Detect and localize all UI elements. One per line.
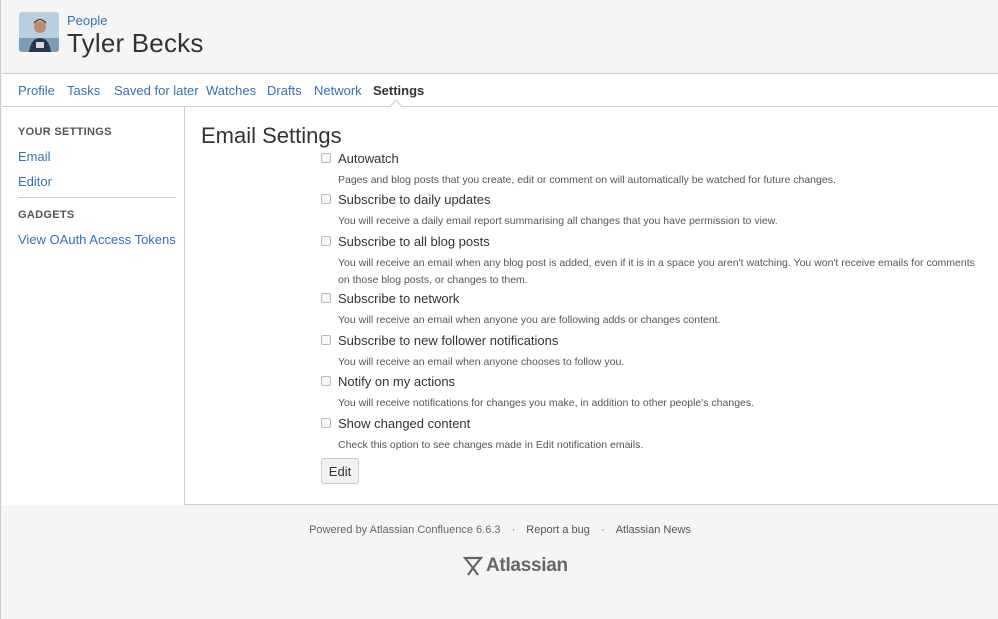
sidebar-item-oauth-tokens[interactable]: View OAuth Access Tokens [18,232,176,247]
setting-description: Check this option to see changes made in… [338,439,644,451]
setting-label: Subscribe to daily updates [338,192,491,207]
setting-description: Pages and blog posts that you create, ed… [338,174,836,186]
page-title: Tyler Becks [67,28,204,58]
footer-links: Powered by Atlassian Confluence 6.6.3 · … [1,524,998,536]
all-blog-posts-checkbox[interactable] [321,236,331,246]
setting-label: Show changed content [338,416,471,431]
tab-saved-for-later[interactable]: Saved for later [114,83,199,98]
sidebar-divider [18,197,176,198]
tab-drafts[interactable]: Drafts [267,83,302,98]
setting-description: You will receive a daily email report su… [338,215,778,227]
tab-tasks[interactable]: Tasks [67,83,100,98]
atlassian-logo-text: Atlassian [486,555,568,576]
page-frame: People Tyler Becks Profile Tasks Saved f… [0,0,998,619]
setting-label: Subscribe to all blog posts [338,234,490,249]
profile-tabs: Profile Tasks Saved for later Watches Dr… [2,73,998,107]
network-checkbox[interactable] [321,293,331,303]
notify-my-actions-checkbox[interactable] [321,376,331,386]
setting-description: You will receive an email when any blog … [338,257,975,286]
sidebar-item-editor[interactable]: Editor [18,174,52,189]
tab-profile[interactable]: Profile [18,83,55,98]
atlassian-logo[interactable]: Atlassian [462,555,568,577]
gadgets-heading: GADGETS [18,209,75,221]
atlassian-news-link[interactable]: Atlassian News [616,524,691,536]
atlassian-logo-icon [462,556,484,576]
setting-label: Autowatch [338,151,399,166]
sidebar-item-email[interactable]: Email [18,149,51,164]
autowatch-checkbox[interactable] [321,153,331,163]
footer-separator: · [511,524,516,536]
profile-header: People Tyler Becks [2,0,998,74]
setting-description: You will receive an email when anyone ch… [338,356,625,368]
breadcrumb-people[interactable]: People [67,13,107,28]
avatar[interactable] [19,12,59,52]
report-bug-link[interactable]: Report a bug [526,524,590,536]
powered-by-text: Powered by Atlassian Confluence 6.6.3 [309,524,501,536]
tab-watches[interactable]: Watches [206,83,256,98]
footer-separator: · [600,524,605,536]
setting-label: Subscribe to network [338,291,460,306]
settings-sidebar: YOUR SETTINGS Email Editor GADGETS View … [2,107,185,505]
show-changed-content-checkbox[interactable] [321,418,331,428]
setting-label: Notify on my actions [338,374,456,389]
your-settings-heading: YOUR SETTINGS [18,126,112,138]
content-area: YOUR SETTINGS Email Editor GADGETS View … [2,107,998,505]
daily-updates-checkbox[interactable] [321,194,331,204]
email-settings-title: Email Settings [201,123,342,148]
setting-label: Subscribe to new follower notifications [338,333,559,348]
new-follower-checkbox[interactable] [321,335,331,345]
setting-description: You will receive notifications for chang… [338,397,755,409]
edit-button[interactable]: Edit [321,458,359,484]
setting-description: You will receive an email when anyone yo… [338,314,721,326]
tab-settings[interactable]: Settings [373,83,424,98]
tab-network[interactable]: Network [314,83,362,98]
active-tab-caret-icon [390,100,402,107]
